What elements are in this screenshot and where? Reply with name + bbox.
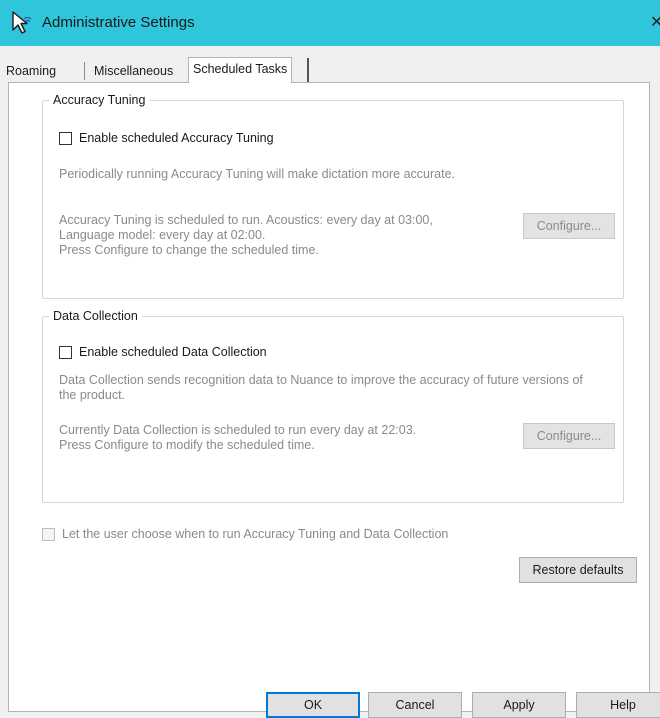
checkbox-box[interactable] <box>59 131 72 145</box>
tab-miscellaneous[interactable]: Miscellaneous <box>90 60 178 82</box>
checkbox-label: Enable scheduled Data Collection <box>79 345 267 359</box>
user-choose-checkbox[interactable]: Let the user choose when to run Accuracy… <box>42 527 448 541</box>
enable-data-collection-checkbox[interactable]: Enable scheduled Data Collection <box>59 345 267 359</box>
accuracy-tuning-schedule-line1: Accuracy Tuning is scheduled to run. Aco… <box>59 213 433 227</box>
checkbox-label: Enable scheduled Accuracy Tuning <box>79 131 274 145</box>
accuracy-tuning-description: Periodically running Accuracy Tuning wil… <box>59 167 456 181</box>
accuracy-tuning-schedule-line2: Language model: every day at 02:00. <box>59 228 266 242</box>
dialog-button-bar: OK Cancel Apply Help <box>0 692 660 718</box>
help-button[interactable]: Help <box>576 692 660 718</box>
tab-separator <box>84 62 85 80</box>
speech-cursor-icon <box>12 11 32 34</box>
tab-roaming[interactable]: Roaming <box>2 60 61 82</box>
window-title: Administrative Settings <box>42 14 195 31</box>
scheduled-tasks-panel: Accuracy Tuning Enable scheduled Accurac… <box>8 82 650 712</box>
data-collection-schedule-line2: Press Configure to modify the scheduled … <box>59 438 315 452</box>
data-collection-description-line2: the product. <box>59 388 126 402</box>
checkbox-label: Let the user choose when to run Accuracy… <box>62 527 449 541</box>
title-bar: Administrative Settings ✕ <box>0 0 660 46</box>
enable-accuracy-tuning-checkbox[interactable]: Enable scheduled Accuracy Tuning <box>59 131 274 145</box>
data-collection-schedule-line1: Currently Data Collection is scheduled t… <box>59 423 417 437</box>
checkbox-box[interactable] <box>42 527 55 541</box>
tab-scheduled-tasks[interactable]: Scheduled Tasks <box>188 57 293 83</box>
data-collection-group-label: Data Collection <box>53 309 138 323</box>
accuracy-configure-button[interactable]: Configure... <box>523 213 615 239</box>
tab-separator <box>307 58 309 84</box>
dialog-client-area: Roaming Miscellaneous Scheduled Tasks Ac… <box>0 46 660 718</box>
apply-button[interactable]: Apply <box>472 692 566 718</box>
accuracy-tuning-group-label: Accuracy Tuning <box>53 93 146 107</box>
data-collection-description-line1: Data Collection sends recognition data t… <box>59 373 583 387</box>
accuracy-tuning-schedule-line3: Press Configure to change the scheduled … <box>59 243 319 257</box>
checkbox-box[interactable] <box>59 345 72 359</box>
cancel-button[interactable]: Cancel <box>368 692 462 718</box>
accuracy-tuning-group: Accuracy Tuning Enable scheduled Accurac… <box>42 93 624 299</box>
ok-button[interactable]: OK <box>266 692 360 718</box>
close-icon[interactable]: ✕ <box>650 12 660 32</box>
data-collection-group: Data Collection Enable scheduled Data Co… <box>42 309 624 503</box>
data-collection-configure-button[interactable]: Configure... <box>523 423 615 449</box>
restore-defaults-button[interactable]: Restore defaults <box>519 557 637 583</box>
